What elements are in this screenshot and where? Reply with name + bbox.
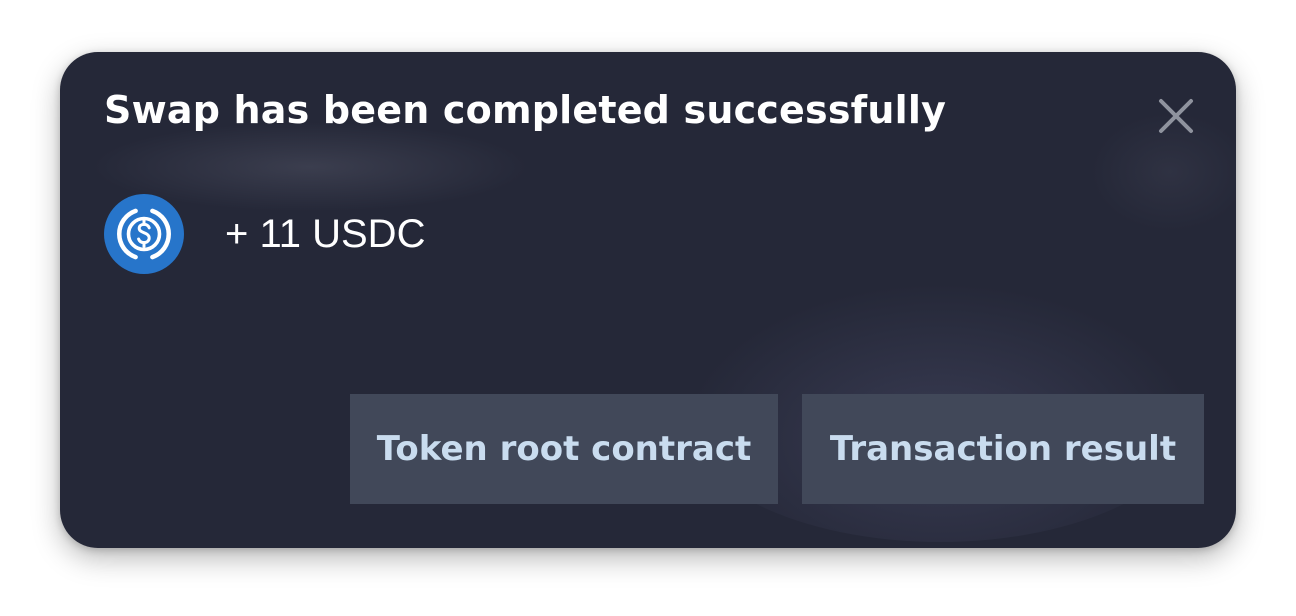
usdc-icon <box>104 194 184 274</box>
token-root-contract-button[interactable]: Token root contract <box>350 394 778 504</box>
transaction-result-button[interactable]: Transaction result <box>802 394 1204 504</box>
close-button[interactable] <box>1156 96 1196 136</box>
received-amount: + 11 USDC <box>225 211 426 256</box>
swap-success-notification: Swap has been completed successfully + 1… <box>60 52 1236 548</box>
token-received-row: + 11 USDC <box>104 194 425 274</box>
notification-title: Swap has been completed successfully <box>104 88 947 132</box>
close-icon <box>1159 99 1193 133</box>
